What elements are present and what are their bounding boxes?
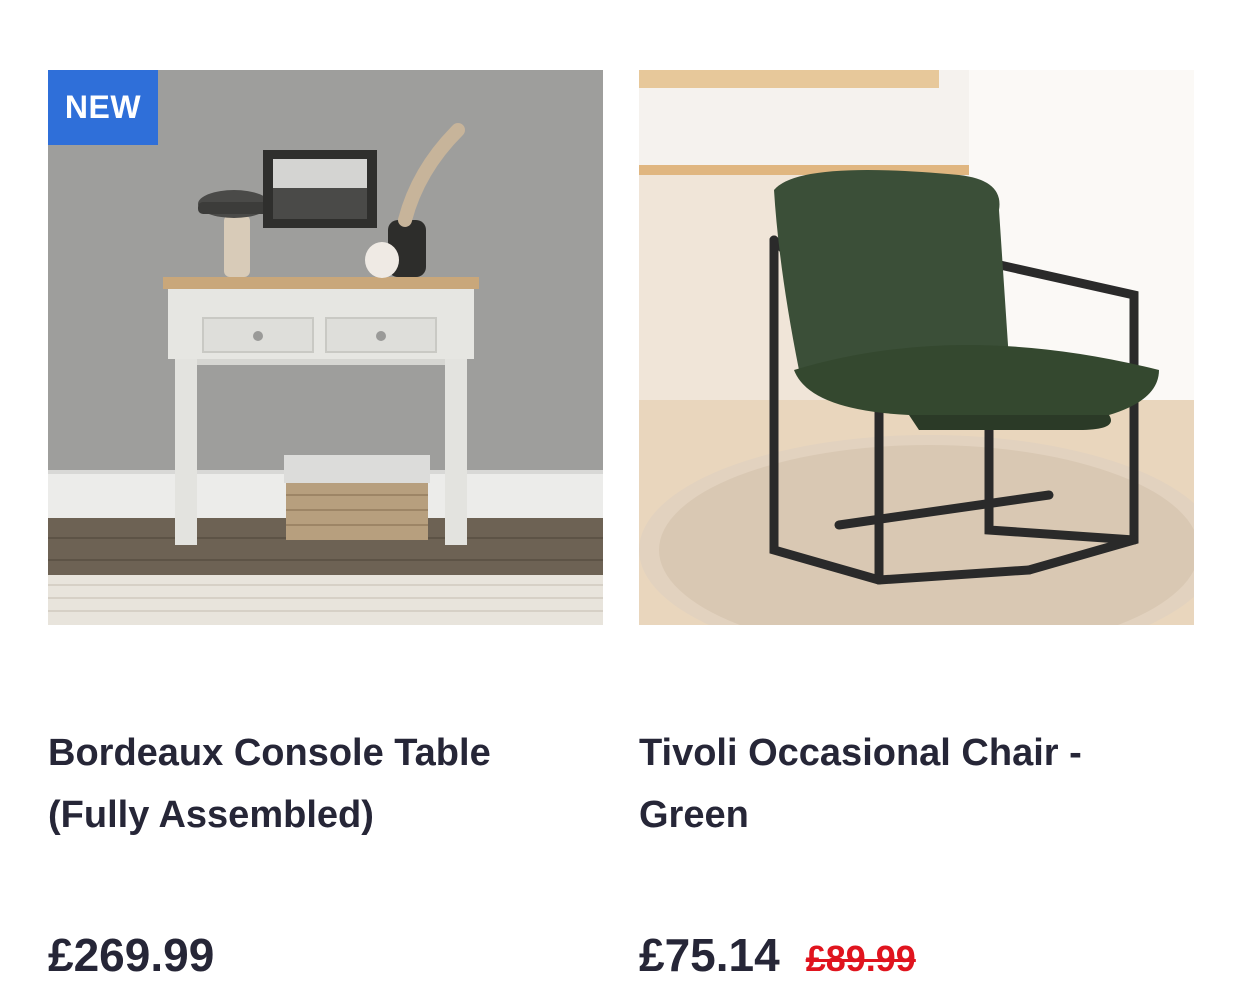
was-price: £89.99 — [805, 938, 916, 979]
price-row: £75.14 £89.99 — [639, 928, 916, 982]
product-title-line1[interactable]: Bordeaux Console Table — [48, 722, 588, 784]
product-card-tivoli[interactable]: Tivoli Occasional Chair - Green £75.14 £… — [639, 70, 1194, 981]
product-title-line2[interactable]: (Fully Assembled) — [48, 784, 588, 846]
price-row: £269.99 — [48, 928, 214, 982]
new-badge: NEW — [48, 70, 158, 145]
product-card-bordeaux[interactable]: NEW Bordeaux Console Table (Fully Assemb… — [48, 70, 603, 981]
product-title-line1[interactable]: Tivoli Occasional Chair - — [639, 722, 1179, 784]
product-title[interactable]: Tivoli Occasional Chair - Green — [639, 722, 1179, 846]
green-chair-photo — [639, 70, 1194, 625]
product-price: £75.14 — [639, 929, 780, 981]
product-title-line2[interactable]: Green — [639, 784, 1179, 846]
product-price: £269.99 — [48, 929, 215, 981]
console-table-photo — [48, 70, 603, 625]
product-image-console-table[interactable]: NEW — [48, 70, 603, 625]
product-image-green-chair[interactable] — [639, 70, 1194, 625]
product-title[interactable]: Bordeaux Console Table (Fully Assembled) — [48, 722, 588, 846]
